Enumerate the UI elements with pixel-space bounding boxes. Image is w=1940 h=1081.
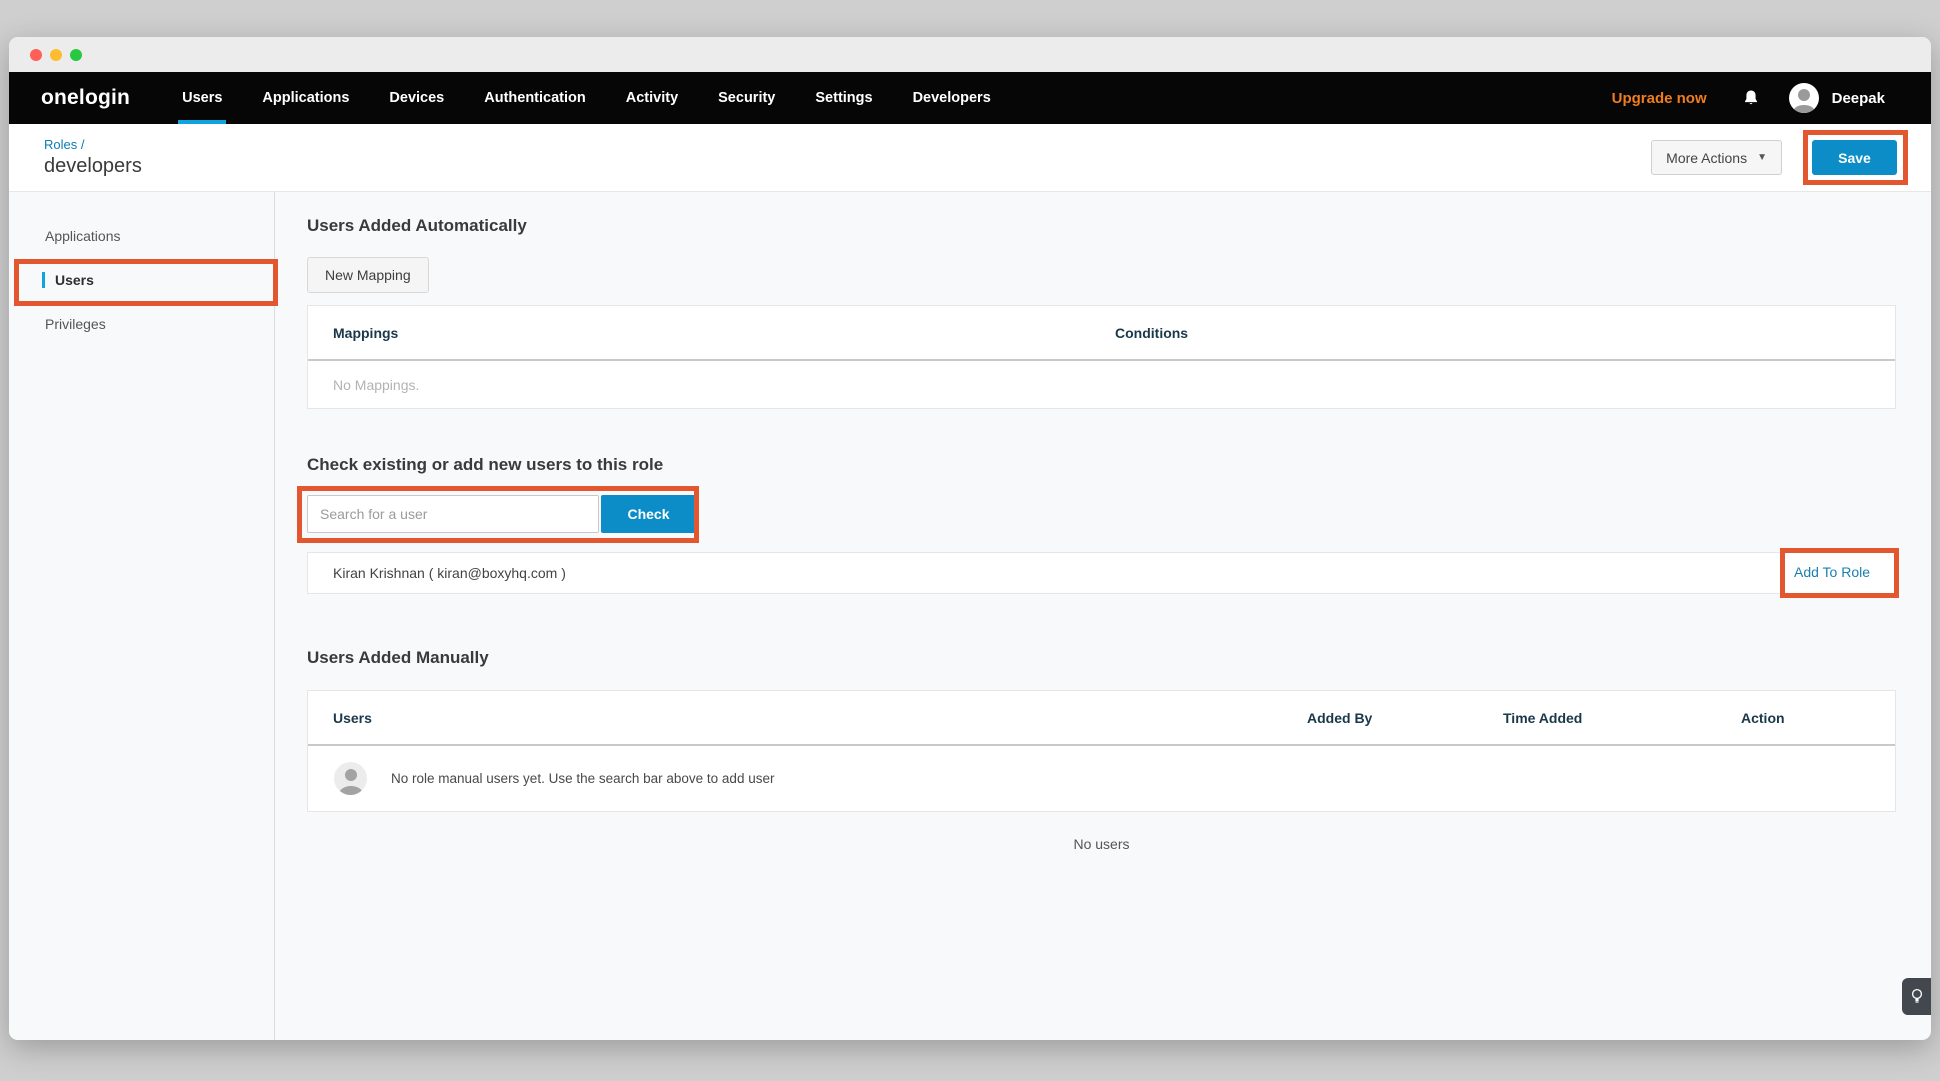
manual-section-heading: Users Added Manually: [307, 648, 1896, 668]
upgrade-now-link[interactable]: Upgrade now: [1612, 90, 1707, 107]
column-header-mappings: Mappings: [308, 325, 1115, 341]
add-to-role-link[interactable]: Add To Role: [1794, 564, 1870, 580]
mappings-empty-row: No Mappings.: [308, 361, 1895, 408]
save-button[interactable]: Save: [1812, 140, 1897, 175]
active-indicator-bar: [42, 272, 45, 288]
page-header-actions: More Actions ▼ Save: [1651, 140, 1897, 175]
notifications-bell-icon[interactable]: [1741, 88, 1761, 108]
minimize-window-icon[interactable]: [50, 49, 62, 61]
mappings-table: Mappings Conditions No Mappings.: [307, 305, 1896, 409]
column-header-added-by: Added By: [1307, 710, 1503, 726]
column-header-action: Action: [1741, 710, 1895, 726]
chevron-down-icon: ▼: [1757, 152, 1767, 163]
user-search-group: Check: [307, 495, 696, 533]
nav-item-devices[interactable]: Devices: [389, 72, 444, 124]
close-window-icon[interactable]: [30, 49, 42, 61]
breadcrumb-roles-link[interactable]: Roles /: [44, 137, 142, 152]
new-mapping-button[interactable]: New Mapping: [307, 257, 429, 293]
avatar-shoulders-icon: [1793, 105, 1815, 113]
column-header-users: Users: [308, 710, 1307, 726]
search-user-input[interactable]: [307, 495, 599, 533]
nav-item-activity[interactable]: Activity: [626, 72, 678, 124]
mappings-table-header: Mappings Conditions: [308, 306, 1895, 361]
lightbulb-icon: [1910, 988, 1924, 1006]
no-users-text: No users: [307, 836, 1896, 852]
more-actions-button[interactable]: More Actions ▼: [1651, 140, 1782, 175]
help-lightbulb-button[interactable]: [1902, 978, 1931, 1015]
maximize-window-icon[interactable]: [70, 49, 82, 61]
sidebar-item-label: Privileges: [45, 316, 106, 332]
check-button[interactable]: Check: [601, 495, 696, 533]
top-navbar: onelogin Users Applications Devices Auth…: [9, 72, 1931, 124]
check-section-heading: Check existing or add new users to this …: [307, 455, 1896, 475]
nav-item-settings[interactable]: Settings: [815, 72, 872, 124]
manual-empty-row: No role manual users yet. Use the search…: [308, 746, 1895, 811]
column-header-conditions: Conditions: [1115, 325, 1895, 341]
nav-item-security[interactable]: Security: [718, 72, 775, 124]
page-title: developers: [44, 155, 142, 178]
result-user-name: Kiran Krishnan ( kiran@boxyhq.com ): [333, 565, 566, 581]
search-result-row: Kiran Krishnan ( kiran@boxyhq.com ) Add …: [307, 552, 1896, 594]
navbar-right: Upgrade now Deepak: [1612, 83, 1885, 113]
user-avatar[interactable]: [1789, 83, 1819, 113]
sidebar-item-applications[interactable]: Applications: [9, 214, 274, 258]
manual-empty-text: No role manual users yet. Use the search…: [391, 771, 774, 786]
auto-section-heading: Users Added Automatically: [307, 192, 1896, 236]
manual-table-header: Users Added By Time Added Action: [308, 691, 1895, 746]
manual-users-table: Users Added By Time Added Action No role…: [307, 690, 1896, 812]
nav-item-users[interactable]: Users: [182, 72, 222, 124]
sidebar-item-label: Applications: [45, 228, 121, 244]
onelogin-logo[interactable]: onelogin: [41, 86, 130, 110]
content-area: Applications Users Privileges Users Adde…: [9, 192, 1931, 1040]
sidebar-item-users[interactable]: Users: [9, 258, 274, 302]
main-panel: Users Added Automatically New Mapping Ma…: [275, 192, 1931, 1040]
page-header-titles: Roles / developers: [44, 137, 142, 178]
role-sidebar: Applications Users Privileges: [9, 192, 275, 1040]
page-header: Roles / developers More Actions ▼ Save: [9, 124, 1931, 192]
column-header-time-added: Time Added: [1503, 710, 1741, 726]
avatar-head-icon: [1798, 89, 1810, 101]
window-titlebar: [9, 37, 1931, 72]
sidebar-item-privileges[interactable]: Privileges: [9, 302, 274, 346]
sidebar-item-label: Users: [55, 272, 94, 288]
nav-item-applications[interactable]: Applications: [262, 72, 349, 124]
nav-menu: Users Applications Devices Authenticatio…: [182, 72, 1031, 124]
more-actions-label: More Actions: [1666, 150, 1747, 166]
user-name[interactable]: Deepak: [1832, 90, 1885, 107]
app-window: onelogin Users Applications Devices Auth…: [9, 37, 1931, 1040]
nav-item-authentication[interactable]: Authentication: [484, 72, 586, 124]
placeholder-avatar-icon: [334, 762, 367, 795]
nav-item-developers[interactable]: Developers: [913, 72, 991, 124]
